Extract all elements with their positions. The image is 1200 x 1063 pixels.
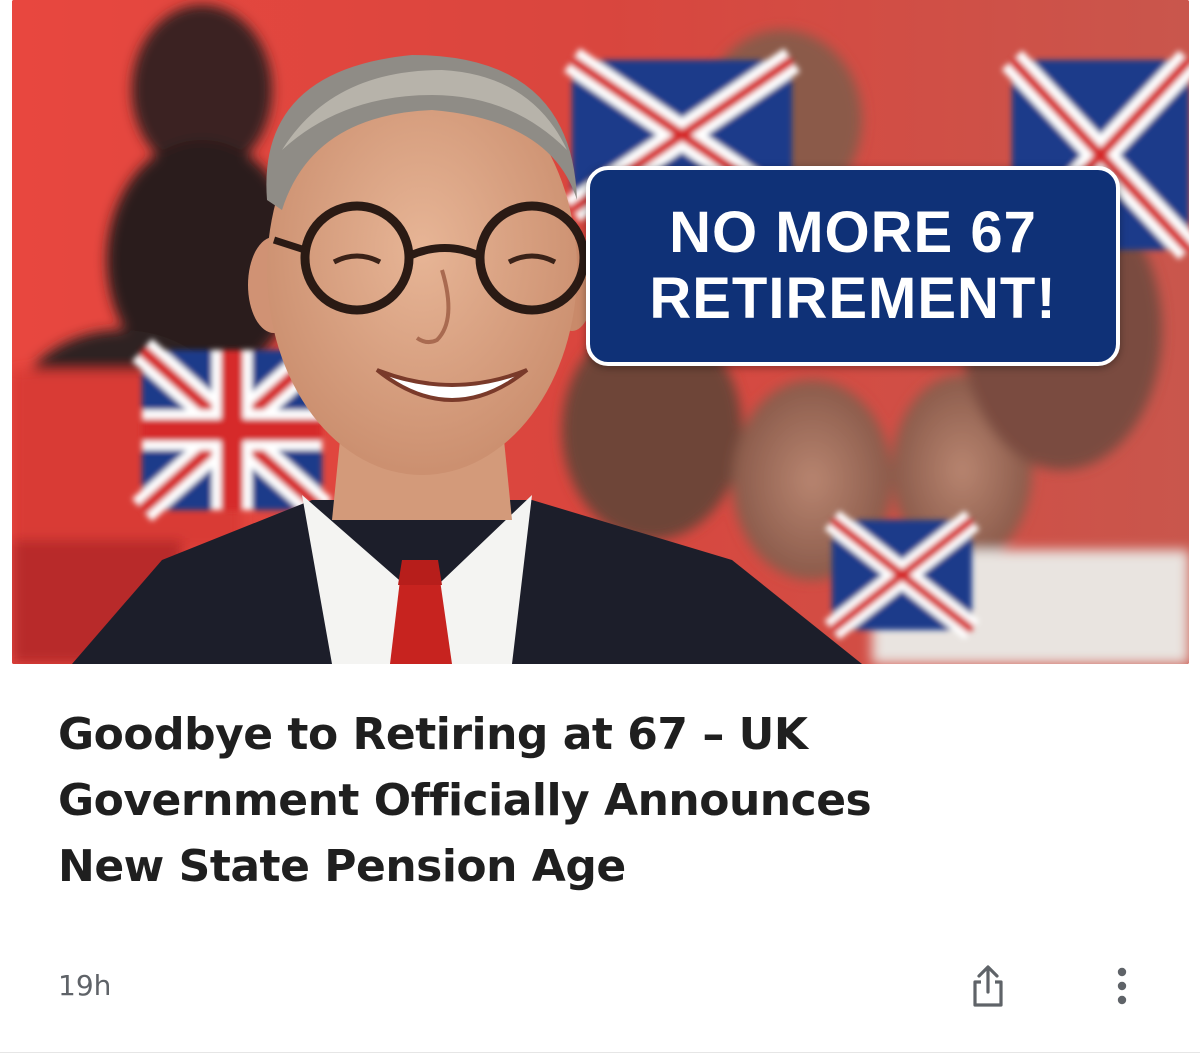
headline-line-3: New State Pension Age: [58, 841, 626, 892]
published-time: 19h: [58, 969, 112, 1002]
news-article-card[interactable]: NO MORE 67 RETIREMENT! Goodbye to Retiri…: [0, 0, 1200, 1063]
headline-line-1: Goodbye to Retiring at 67 – UK: [58, 709, 808, 760]
headline-line-2: Government Officially Announces: [58, 775, 872, 826]
more-options-button[interactable]: [1102, 958, 1142, 1014]
headline-overlay-badge: NO MORE 67 RETIREMENT!: [586, 166, 1120, 366]
overlay-text-line-1: NO MORE 67: [669, 200, 1037, 265]
overlay-text-line-2: RETIREMENT!: [649, 266, 1057, 331]
article-headline[interactable]: Goodbye to Retiring at 67 – UK Governmen…: [58, 702, 1138, 900]
more-vert-icon: [1117, 967, 1127, 1005]
share-button[interactable]: [966, 958, 1010, 1014]
article-thumbnail[interactable]: NO MORE 67 RETIREMENT!: [12, 0, 1189, 664]
card-divider: [0, 1052, 1200, 1053]
share-icon: [973, 965, 1003, 1007]
